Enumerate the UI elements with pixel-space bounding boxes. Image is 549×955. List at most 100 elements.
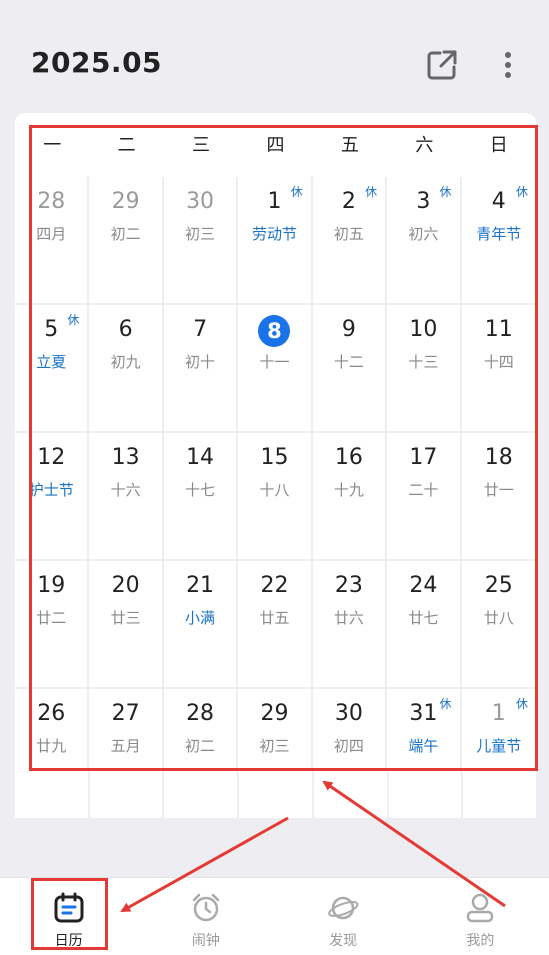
festival-label: 儿童节 (476, 737, 522, 755)
day-cell[interactable]: 1 劳动节休 (238, 177, 313, 305)
weekday-label: 四 (266, 135, 285, 156)
empty-cell (313, 772, 387, 818)
day-number: 28 (186, 701, 215, 726)
empty-cell (388, 772, 462, 818)
day-number: 29 (260, 701, 289, 726)
bottom-tab-bar: 日历 闹钟 发现 我的 (0, 877, 549, 955)
tab-label: 闹钟 (191, 933, 220, 949)
day-cell[interactable]: 22 廿五 (238, 561, 313, 689)
rest-badge: 休 (515, 185, 528, 199)
lunar-date: 廿五 (259, 609, 290, 627)
day-cell[interactable]: 7 初十 (163, 305, 239, 433)
day-number: 11 (484, 317, 513, 342)
festival-label: 端午 (408, 737, 439, 755)
lunar-date: 十九 (333, 481, 364, 499)
lunar-date: 二十 (408, 481, 439, 499)
rest-badge: 休 (439, 697, 452, 711)
day-number: 14 (186, 445, 215, 470)
day-cell[interactable]: 25 廿八 (461, 561, 536, 689)
tab-calendar[interactable]: 日历 (0, 878, 137, 955)
lunar-date: 廿二 (36, 609, 67, 627)
day-number: 15 (260, 445, 289, 470)
day-cell[interactable]: 11 十四 (461, 305, 536, 433)
day-cell[interactable]: 13 十六 (89, 433, 164, 561)
day-cell[interactable]: 14 十七 (163, 433, 239, 561)
day-cell[interactable]: 21 小满 (163, 561, 239, 689)
weekday-label: 六 (415, 135, 434, 156)
day-cell[interactable]: 24 廿七 (387, 561, 462, 689)
day-number: 7 (193, 317, 208, 342)
day-cell[interactable]: 10 十三 (387, 305, 462, 433)
day-cell[interactable]: 12 护士节 (15, 433, 90, 561)
day-cell[interactable]: 3 初六休 (387, 177, 462, 305)
profile-icon (467, 893, 494, 923)
lunar-date: 初二 (110, 225, 141, 243)
rest-badge: 休 (515, 697, 528, 711)
day-cell[interactable]: 16 十九 (312, 433, 388, 561)
weekday-header: 一二三四五六日 (15, 113, 536, 175)
day-cell[interactable]: 5 立夏休 (15, 305, 90, 433)
tab-alarm[interactable]: 闹钟 (137, 878, 274, 955)
rest-badge: 休 (67, 313, 80, 327)
day-cell[interactable]: 2 初五休 (312, 177, 388, 305)
lunar-date: 廿八 (483, 609, 514, 627)
day-cell[interactable]: 9 十二 (312, 305, 388, 433)
tab-label: 日历 (54, 933, 83, 949)
day-cell[interactable]: 15 十八 (238, 433, 313, 561)
empty-cell (89, 772, 163, 818)
day-number: 12 (37, 445, 66, 470)
more-icon[interactable] (496, 47, 520, 83)
lunar-date: 初二 (185, 737, 216, 755)
tab-profile[interactable]: 我的 (412, 878, 549, 955)
calendar-card: 一二三四五六日 28 四月 29 初二 30 初三 1 劳动节休 2 初五休 3 初六休 4 青年节休 5 立… (15, 113, 536, 817)
rest-badge: 休 (365, 185, 378, 199)
day-cell[interactable]: 19 廿二 (15, 561, 90, 689)
day-cell[interactable]: 20 廿三 (89, 561, 164, 689)
empty-cell (15, 772, 88, 818)
day-number: 26 (37, 701, 66, 726)
alarm-icon (192, 893, 220, 922)
day-number: 24 (409, 573, 438, 598)
lunar-date: 十三 (408, 353, 439, 371)
day-number: 18 (484, 445, 513, 470)
lunar-date: 初四 (333, 737, 364, 755)
festival-label: 小满 (185, 609, 216, 627)
share-icon[interactable] (424, 47, 460, 83)
lunar-date: 初六 (408, 225, 439, 243)
planet-icon (328, 896, 359, 920)
lunar-date: 廿一 (483, 481, 514, 499)
day-number: 25 (484, 573, 513, 598)
empty-cell (164, 772, 238, 818)
lunar-date: 十一 (259, 353, 290, 371)
day-cell[interactable]: 18 廿一 (461, 433, 536, 561)
calendar-extra-row (15, 772, 537, 818)
lunar-date: 十七 (185, 481, 216, 499)
weekday-label: 日 (489, 135, 508, 156)
weekday-label: 三 (192, 135, 211, 156)
rest-badge: 休 (439, 185, 452, 199)
day-cell[interactable]: 30 初三 (163, 177, 239, 305)
day-number: 6 (118, 317, 133, 342)
day-number: 28 (37, 189, 66, 214)
empty-cell (239, 772, 312, 818)
day-cell[interactable]: 17 二十 (387, 433, 462, 561)
day-number: 29 (111, 189, 140, 214)
calendar-icon (54, 892, 84, 923)
day-cell[interactable]: 28 四月 (15, 177, 90, 305)
day-number: 30 (334, 701, 363, 726)
day-cell[interactable]: 29 初二 (89, 177, 164, 305)
day-cell[interactable]: 4 青年节休 (461, 177, 536, 305)
day-number: 23 (334, 573, 363, 598)
day-cell[interactable]: 8 十一 (238, 305, 313, 433)
tab-discover[interactable]: 发现 (275, 878, 412, 955)
lunar-date: 初三 (259, 737, 290, 755)
festival-label: 立夏 (36, 353, 67, 371)
day-number: 22 (260, 573, 289, 598)
day-cell[interactable]: 23 廿六 (312, 561, 388, 689)
festival-label: 劳动节 (251, 225, 297, 243)
header: 2025.05 (0, 0, 549, 120)
rest-badge: 休 (290, 185, 303, 199)
lunar-date: 五月 (110, 737, 141, 755)
lunar-date: 廿六 (333, 609, 364, 627)
day-cell[interactable]: 6 初九 (89, 305, 164, 433)
